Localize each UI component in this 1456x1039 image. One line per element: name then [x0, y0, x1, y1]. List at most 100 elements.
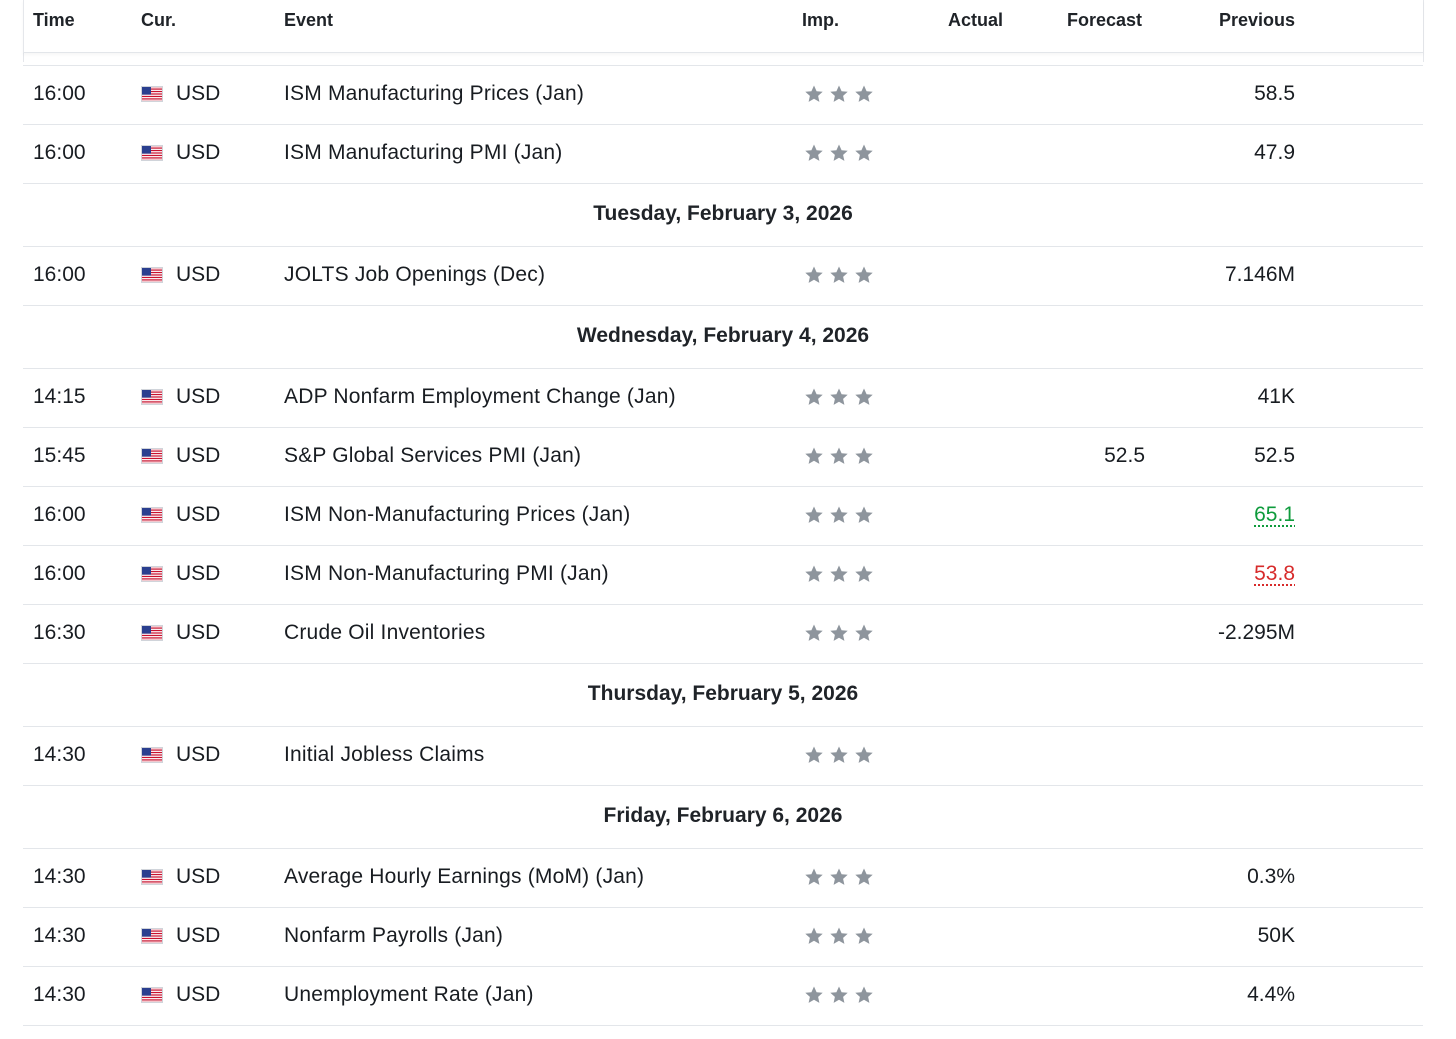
date-header: Friday, February 6, 2026	[603, 804, 843, 827]
us-flag-icon	[141, 987, 163, 1003]
importance-stars-icon	[804, 387, 876, 407]
importance-stars-icon	[804, 926, 876, 946]
event-previous: 52.5	[1254, 444, 1295, 467]
event-name-link[interactable]: Crude Oil Inventories	[284, 621, 485, 645]
us-flag-icon	[141, 507, 163, 523]
event-name-link[interactable]: ISM Non-Manufacturing Prices (Jan)	[284, 503, 630, 527]
date-header-row: Friday, February 6, 2026	[23, 786, 1423, 849]
event-row[interactable]: 14:30 USD Unemployment Rate (Jan) 4.4%	[23, 967, 1423, 1026]
date-header-row: Thursday, February 5, 2026	[23, 664, 1423, 727]
table-border-right	[1423, 0, 1424, 62]
importance-stars-icon	[804, 446, 876, 466]
us-flag-icon	[141, 145, 163, 161]
event-name-link[interactable]: Nonfarm Payrolls (Jan)	[284, 924, 503, 948]
event-time: 14:30	[33, 983, 86, 1006]
event-currency: USD	[176, 82, 221, 105]
event-name-link[interactable]: Average Hourly Earnings (MoM) (Jan)	[284, 865, 644, 889]
event-row[interactable]: 16:00 USD ISM Non-Manufacturing PMI (Jan) 5…	[23, 546, 1423, 605]
economic-calendar: Time Cur. Event Imp. Actual Forecast Pre…	[0, 0, 1456, 1039]
column-header-actual[interactable]: Actual	[948, 10, 1003, 31]
event-previous: -2.295M	[1217, 621, 1295, 644]
table-header: Time Cur. Event Imp. Actual Forecast Pre…	[23, 0, 1423, 53]
event-name-link[interactable]: Initial Jobless Claims	[284, 743, 484, 767]
event-currency: USD	[176, 562, 221, 585]
us-flag-icon	[141, 267, 163, 283]
importance-stars-icon	[804, 265, 876, 285]
event-row[interactable]: 16:00 USD ISM Manufacturing Prices (Jan) 58…	[23, 66, 1423, 125]
event-time: 14:15	[33, 385, 86, 408]
event-previous: 0.3%	[1247, 865, 1295, 888]
event-time: 14:30	[33, 924, 86, 947]
event-time: 16:30	[33, 621, 86, 644]
event-name-link[interactable]: ISM Non-Manufacturing PMI (Jan)	[284, 562, 609, 586]
event-row[interactable]: 16:00 USD ISM Non-Manufacturing Prices (Ja…	[23, 487, 1423, 546]
event-time: 14:30	[33, 743, 86, 766]
date-header: Tuesday, February 3, 2026	[593, 202, 853, 225]
importance-stars-icon	[804, 745, 876, 765]
event-row[interactable]: 14:30 USD Average Hourly Earnings (MoM) (J…	[23, 849, 1423, 908]
event-previous: 47.9	[1254, 141, 1295, 164]
column-header-currency[interactable]: Cur.	[141, 10, 176, 31]
event-currency: USD	[176, 983, 221, 1006]
event-currency: USD	[176, 385, 221, 408]
event-previous[interactable]: 65.1	[1254, 503, 1295, 527]
event-time: 16:00	[33, 82, 86, 105]
importance-stars-icon	[804, 867, 876, 887]
column-header-importance[interactable]: Imp.	[802, 10, 839, 31]
event-name-link[interactable]: S&P Global Services PMI (Jan)	[284, 444, 581, 468]
event-currency: USD	[176, 924, 221, 947]
event-previous: 41K	[1257, 385, 1295, 408]
event-time: 14:30	[33, 865, 86, 888]
event-row[interactable]: 15:45 USD S&P Global Services PMI (Jan) 52.…	[23, 428, 1423, 487]
event-table-body: 16:00 USD ISM Manufacturing Prices (Jan) 58…	[23, 66, 1423, 1026]
event-name-link[interactable]: Unemployment Rate (Jan)	[284, 983, 534, 1007]
event-time: 16:00	[33, 263, 86, 286]
event-time: 16:00	[33, 141, 86, 164]
event-currency: USD	[176, 263, 221, 286]
event-currency: USD	[176, 444, 221, 467]
importance-stars-icon	[804, 84, 876, 104]
importance-stars-icon	[804, 143, 876, 163]
importance-stars-icon	[804, 985, 876, 1005]
event-row[interactable]: 16:30 USD Crude Oil Inventories -2.295M	[23, 605, 1423, 664]
us-flag-icon	[141, 625, 163, 641]
event-previous: 50K	[1257, 924, 1295, 947]
event-previous: 4.4%	[1247, 983, 1295, 1006]
importance-stars-icon	[804, 623, 876, 643]
column-header-event[interactable]: Event	[284, 10, 333, 31]
importance-stars-icon	[804, 564, 876, 584]
event-previous[interactable]: 53.8	[1254, 562, 1295, 586]
event-currency: USD	[176, 503, 221, 526]
column-header-time[interactable]: Time	[33, 10, 75, 31]
event-row[interactable]: 14:15 USD ADP Nonfarm Employment Change (J…	[23, 369, 1423, 428]
event-currency: USD	[176, 743, 221, 766]
event-row[interactable]: 14:30 USD Nonfarm Payrolls (Jan) 50K	[23, 908, 1423, 967]
event-time: 16:00	[33, 503, 86, 526]
us-flag-icon	[141, 448, 163, 464]
event-currency: USD	[176, 621, 221, 644]
column-header-forecast[interactable]: Forecast	[1067, 10, 1142, 31]
us-flag-icon	[141, 928, 163, 944]
us-flag-icon	[141, 869, 163, 885]
date-header-row: Tuesday, February 3, 2026	[23, 184, 1423, 247]
date-header-row: Wednesday, February 4, 2026	[23, 306, 1423, 369]
event-forecast: 52.5	[1104, 444, 1145, 467]
event-row[interactable]: 14:30 USD Initial Jobless Claims	[23, 727, 1423, 786]
event-time: 16:00	[33, 562, 86, 585]
us-flag-icon	[141, 86, 163, 102]
event-previous: 58.5	[1254, 82, 1295, 105]
event-row[interactable]: 16:00 USD ISM Manufacturing PMI (Jan) 47.9	[23, 125, 1423, 184]
event-name-link[interactable]: ADP Nonfarm Employment Change (Jan)	[284, 385, 676, 409]
event-time: 15:45	[33, 444, 86, 467]
event-row[interactable]: 16:00 USD JOLTS Job Openings (Dec) 7.146M	[23, 247, 1423, 306]
event-name-link[interactable]: ISM Manufacturing PMI (Jan)	[284, 141, 563, 165]
us-flag-icon	[141, 389, 163, 405]
event-name-link[interactable]: ISM Manufacturing Prices (Jan)	[284, 82, 584, 106]
event-previous: 7.146M	[1224, 263, 1295, 286]
date-header: Thursday, February 5, 2026	[587, 682, 859, 705]
importance-stars-icon	[804, 505, 876, 525]
event-currency: USD	[176, 865, 221, 888]
event-name-link[interactable]: JOLTS Job Openings (Dec)	[284, 263, 545, 287]
column-header-previous[interactable]: Previous	[1219, 10, 1295, 31]
us-flag-icon	[141, 747, 163, 763]
